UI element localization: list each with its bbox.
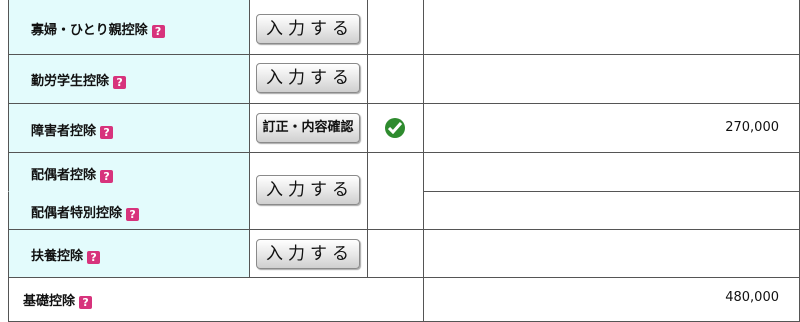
amount-cell: 480,000 [423, 277, 800, 322]
label-text: 勤労学生控除 [31, 74, 110, 89]
input-button-working-student[interactable]: 入力する [256, 63, 360, 93]
label-text: 扶養控除 [31, 249, 84, 264]
help-icon[interactable]: ? [100, 170, 114, 183]
help-icon[interactable]: ? [151, 25, 165, 38]
help-icon[interactable]: ? [79, 296, 93, 309]
help-icon[interactable]: ? [113, 76, 127, 89]
input-button-spouse[interactable]: 入力する [256, 175, 360, 205]
label-text: 基礎控除 [23, 294, 76, 309]
amount-cell [423, 152, 800, 192]
row-label-basic: 基礎控除? [8, 277, 424, 322]
edit-confirm-button-disability[interactable]: 訂正・内容確認 [256, 113, 360, 143]
status-cell [367, 0, 424, 55]
label-text: 寡婦・ひとり親控除 [31, 23, 148, 38]
row-label-widow: 寡婦・ひとり親控除? [8, 0, 250, 55]
label-text: 障害者控除 [31, 124, 97, 139]
amount-basic: 480,000 [725, 290, 779, 305]
row-label-spouse: 配偶者控除? [8, 152, 250, 192]
status-cell [367, 54, 424, 104]
help-icon[interactable]: ? [87, 251, 101, 264]
amount-cell: 270,000 [423, 103, 800, 153]
label-text: 配偶者控除 [31, 168, 97, 183]
status-cell [367, 229, 424, 278]
deduction-table: 寡婦・ひとり親控除? 入力する 勤労学生控除? 入力する 障害者控除? 270,… [0, 0, 800, 322]
amount-cell [423, 54, 800, 104]
status-cell [367, 152, 424, 230]
row-label-working-student: 勤労学生控除? [8, 54, 250, 104]
amount-cell [423, 229, 800, 278]
input-button-widow[interactable]: 入力する [256, 14, 360, 44]
row-label-disability: 障害者控除? [8, 103, 250, 153]
input-button-dependent[interactable]: 入力する [256, 239, 360, 269]
help-icon[interactable]: ? [100, 126, 114, 139]
row-label-spouse-special: 配偶者特別控除? [8, 191, 250, 230]
label-text: 配偶者特別控除 [31, 206, 123, 221]
amount-cell [423, 191, 800, 230]
amount-disability: 270,000 [725, 120, 779, 135]
check-icon [385, 118, 405, 138]
help-icon[interactable]: ? [126, 208, 140, 221]
row-label-dependent: 扶養控除? [8, 229, 250, 278]
amount-cell [423, 0, 800, 55]
